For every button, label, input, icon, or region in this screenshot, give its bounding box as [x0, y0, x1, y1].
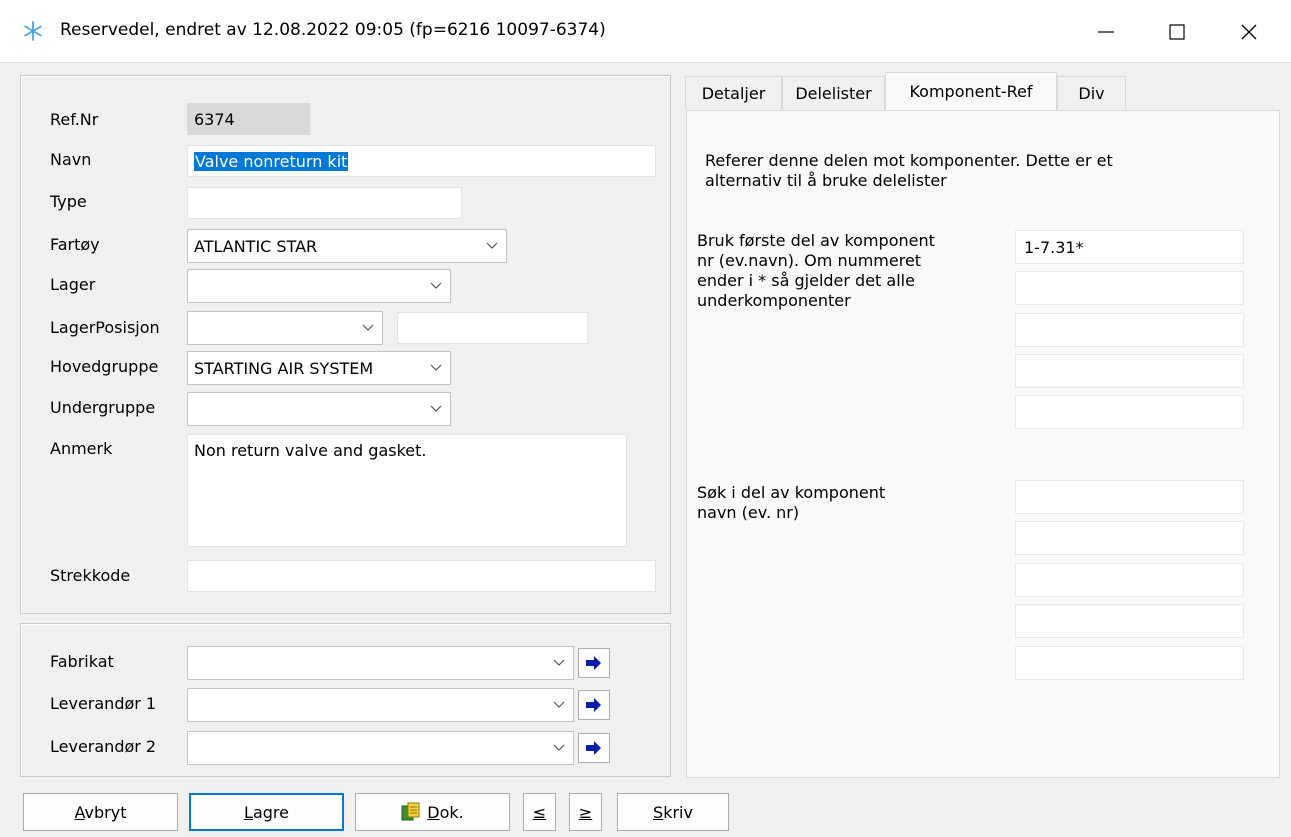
dok-label: ok.: [439, 802, 464, 822]
fartoy-label: Fartøy: [50, 235, 100, 254]
sok-field-1[interactable]: [1015, 480, 1244, 514]
intro-text: Referer denne delen mot komponenter. Det…: [705, 150, 1113, 190]
previous-label: ≤: [532, 802, 547, 822]
dok-button[interactable]: Dok.: [355, 793, 510, 831]
anmerk-value: Non return valve and gasket.: [194, 441, 427, 460]
close-icon: [1241, 24, 1257, 40]
close-button[interactable]: [1221, 10, 1277, 54]
bruk-line-4: underkomponenter: [697, 291, 851, 310]
skriv-label: kriv: [663, 802, 693, 822]
sok-line-1: Søk i del av komponent: [697, 483, 886, 502]
snowflake-icon: [24, 21, 42, 41]
fabrikat-goto-button[interactable]: [578, 648, 610, 678]
navn-value: Valve nonreturn kit: [194, 151, 349, 171]
arrow-right-icon: [586, 698, 601, 712]
intro-line-1: Referer denne delen mot komponenter. Det…: [705, 151, 1113, 170]
bruk-line-3: ender i * så gjelder det alle: [697, 271, 915, 290]
sok-field-3[interactable]: [1015, 563, 1244, 597]
title-bar: Reservedel, endret av 12.08.2022 09:05 (…: [0, 0, 1291, 63]
bruk-field-1[interactable]: 1-7.31*: [1015, 230, 1244, 264]
next-button[interactable]: ≥: [569, 793, 602, 831]
strekkode-input[interactable]: [187, 560, 656, 592]
lagerposisjon-label: LagerPosisjon: [50, 318, 160, 337]
chevron-down-icon: [545, 689, 573, 721]
navn-label: Navn: [50, 150, 92, 169]
bruk-field-2[interactable]: [1015, 271, 1244, 305]
skriv-button[interactable]: Skriv: [617, 793, 729, 831]
intro-line-2: alternativ til å bruke delelister: [705, 171, 947, 190]
type-label: Type: [50, 192, 87, 211]
avbryt-label: vbryt: [84, 802, 127, 822]
bruk-field-5[interactable]: [1015, 395, 1244, 429]
strekkode-label: Strekkode: [50, 566, 131, 585]
fabrikat-label: Fabrikat: [50, 652, 114, 671]
lagre-mnemonic: L: [244, 802, 253, 822]
documents-icon: [401, 802, 420, 821]
bruk-line-2: nr (ev.navn). Om nummeret: [697, 251, 922, 270]
arrow-right-icon: [586, 741, 601, 755]
arrow-right-icon: [586, 656, 601, 670]
anmerk-label: Anmerk: [50, 439, 113, 458]
fartoy-value: ATLANTIC STAR: [194, 236, 318, 256]
bruk-field-4[interactable]: [1015, 354, 1244, 388]
bruk-description: Bruk første del av komponent nr (ev.navn…: [697, 231, 935, 311]
next-label: ≥: [578, 802, 593, 822]
maximize-icon: [1169, 24, 1185, 40]
chevron-down-icon: [478, 230, 506, 262]
sok-field-5[interactable]: [1015, 646, 1244, 680]
dok-mnemonic: D: [427, 802, 440, 822]
chevron-down-icon: [545, 647, 573, 679]
fabrikat-select[interactable]: [187, 646, 574, 680]
chevron-down-icon: [354, 312, 382, 344]
leverandor1-select[interactable]: [187, 688, 574, 722]
lager-select[interactable]: [187, 269, 451, 303]
leverandor2-select[interactable]: [187, 731, 574, 765]
sok-field-4[interactable]: [1015, 604, 1244, 638]
leverandor2-goto-button[interactable]: [578, 733, 610, 763]
tab-div[interactable]: Div: [1057, 76, 1126, 110]
undergruppe-select[interactable]: [187, 392, 451, 426]
tab-komponent-ref[interactable]: Komponent-Ref: [885, 72, 1057, 110]
minimize-button[interactable]: [1078, 10, 1134, 54]
leverandor2-label: Leverandør 2: [50, 737, 157, 756]
refnr-label: Ref.Nr: [50, 110, 99, 129]
chevron-down-icon: [545, 732, 573, 764]
minimize-icon: [1098, 31, 1114, 33]
lagerposisjon-extra-input[interactable]: [397, 312, 588, 344]
hovedgruppe-value: STARTING AIR SYSTEM: [194, 358, 374, 378]
bruk-line-1: Bruk første del av komponent: [697, 231, 935, 250]
tab-detaljer[interactable]: Detaljer: [685, 76, 782, 110]
type-input[interactable]: [187, 187, 462, 219]
window-title: Reservedel, endret av 12.08.2022 09:05 (…: [60, 20, 606, 40]
sok-description: Søk i del av komponent navn (ev. nr): [697, 483, 885, 523]
leverandor1-goto-button[interactable]: [578, 690, 610, 720]
anmerk-textarea[interactable]: Non return valve and gasket.: [187, 434, 627, 547]
sok-line-2: navn (ev. nr): [697, 503, 800, 522]
hovedgruppe-label: Hovedgruppe: [50, 357, 159, 376]
previous-button[interactable]: ≤: [523, 793, 556, 831]
bruk-field-3[interactable]: [1015, 313, 1244, 347]
skriv-mnemonic: S: [653, 802, 664, 822]
chevron-down-icon: [422, 270, 450, 302]
lagre-button[interactable]: Lagre: [189, 793, 344, 831]
avbryt-mnemonic: A: [74, 802, 85, 822]
tab-delelister[interactable]: Delelister: [782, 76, 885, 110]
refnr-field: 6374: [187, 103, 310, 135]
chevron-down-icon: [422, 393, 450, 425]
undergruppe-label: Undergruppe: [50, 398, 156, 417]
leverandor1-label: Leverandør 1: [50, 694, 157, 713]
sok-field-2[interactable]: [1015, 521, 1244, 555]
navn-input[interactable]: Valve nonreturn kit: [187, 145, 656, 177]
maximize-button[interactable]: [1149, 10, 1205, 54]
lagerposisjon-select[interactable]: [187, 311, 383, 345]
chevron-down-icon: [422, 352, 450, 384]
avbryt-button[interactable]: Avbryt: [23, 793, 178, 831]
fartoy-select[interactable]: ATLANTIC STAR: [187, 229, 507, 263]
lager-label: Lager: [50, 275, 96, 294]
hovedgruppe-select[interactable]: STARTING AIR SYSTEM: [187, 351, 451, 385]
lagre-label: agre: [252, 802, 289, 822]
